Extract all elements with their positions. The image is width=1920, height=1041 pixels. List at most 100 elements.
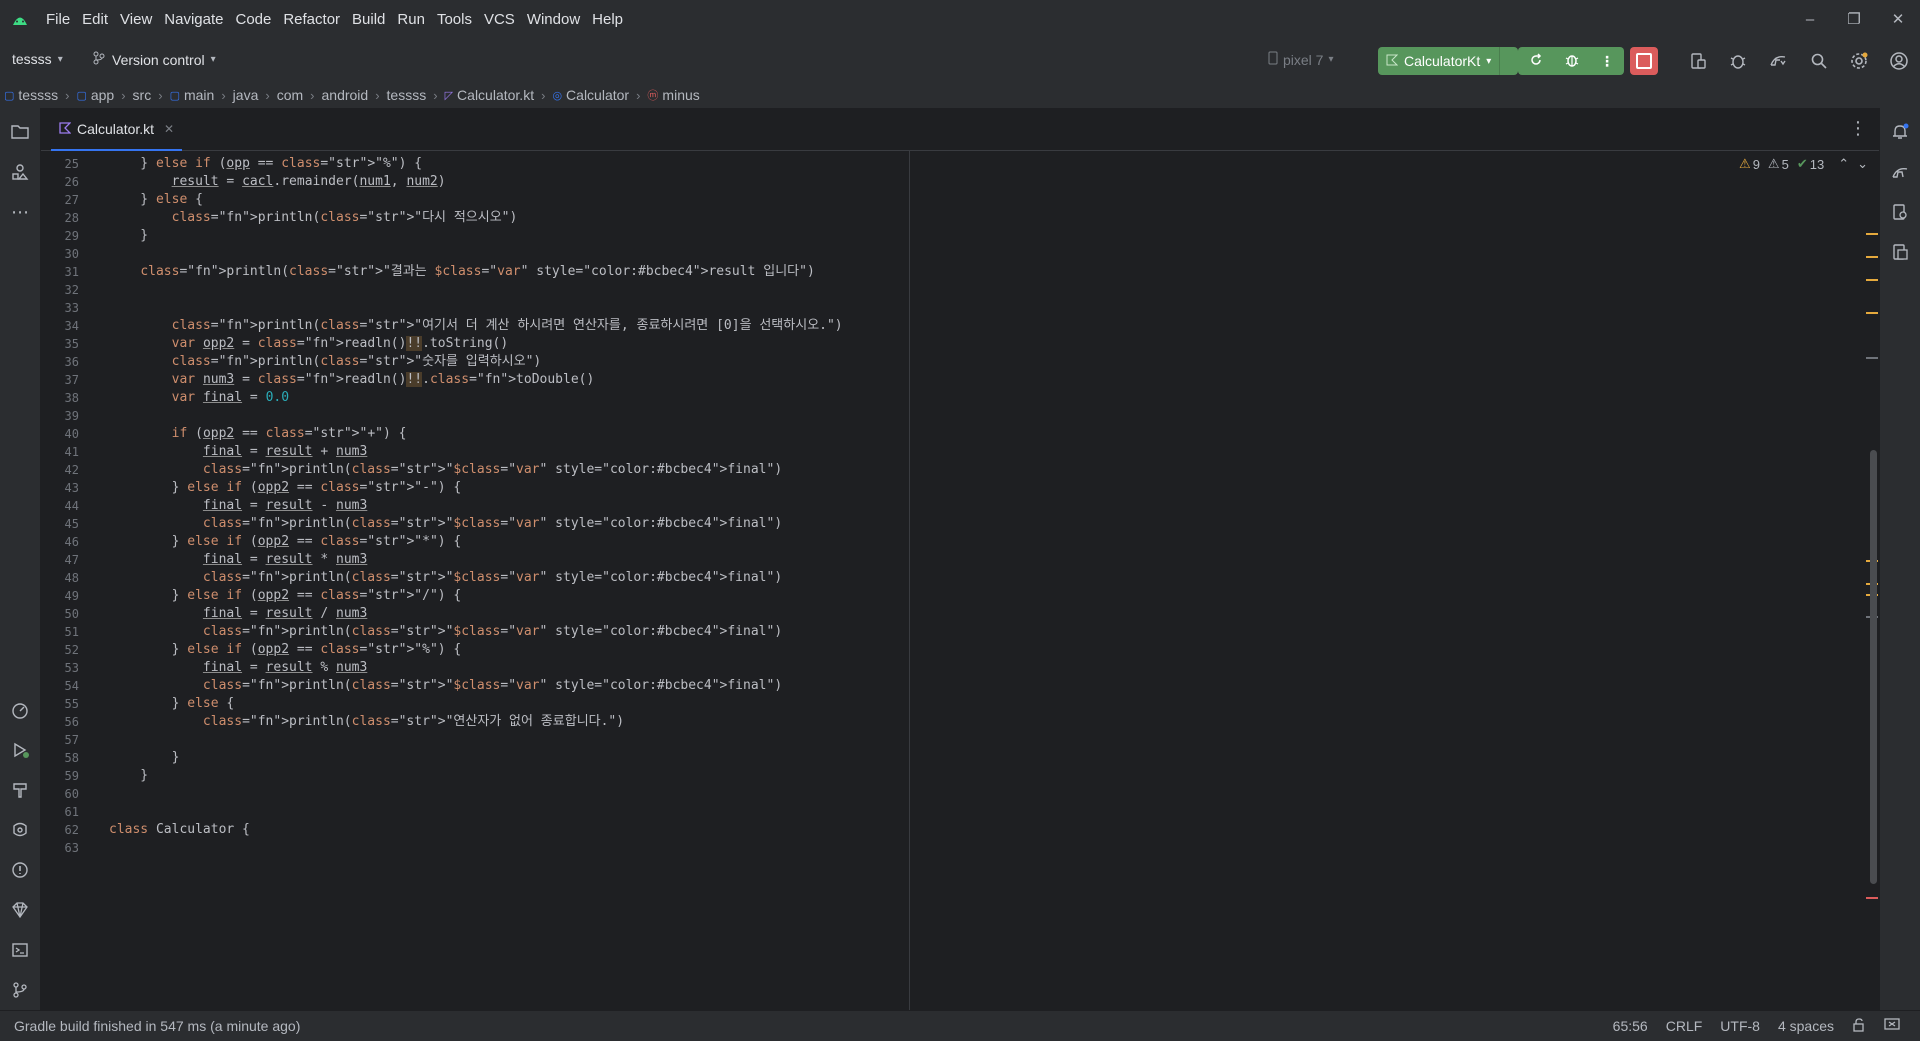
breadcrumb-label: android bbox=[321, 87, 369, 103]
breadcrumb-item[interactable]: src bbox=[129, 87, 156, 103]
version-control-widget[interactable]: Version control ▾ bbox=[92, 51, 216, 68]
breadcrumb-label: main bbox=[183, 87, 215, 103]
menu-window[interactable]: Window bbox=[521, 0, 586, 40]
file-encoding[interactable]: UTF-8 bbox=[1720, 1018, 1760, 1034]
read-only-toggle-icon[interactable] bbox=[1852, 1017, 1866, 1035]
logcat-icon[interactable] bbox=[1728, 51, 1748, 74]
breadcrumb-item[interactable]: java bbox=[229, 87, 263, 103]
git-icon[interactable] bbox=[8, 978, 32, 1002]
menu-navigate[interactable]: Navigate bbox=[158, 0, 229, 40]
breadcrumb-separator: › bbox=[121, 87, 126, 103]
breadcrumb-label: src bbox=[132, 87, 152, 103]
warning-marker[interactable] bbox=[1866, 233, 1878, 235]
profiler-icon[interactable] bbox=[8, 698, 32, 722]
project-selector[interactable]: tessss ▾ bbox=[12, 51, 63, 67]
breadcrumb-item[interactable]: com bbox=[273, 87, 307, 103]
menu-tools[interactable]: Tools bbox=[431, 0, 478, 40]
method-icon: ⓜ bbox=[647, 90, 659, 102]
gemini-icon[interactable] bbox=[8, 898, 32, 922]
error-marker[interactable] bbox=[1866, 897, 1878, 899]
breadcrumb-item[interactable]: tessss bbox=[383, 87, 431, 103]
breadcrumb-item[interactable]: ◸ Calculator.kt bbox=[441, 87, 539, 103]
inspection-widget[interactable]: ⚠ 9 ⚠ 5 ✔ 13 ⌃ ⌄ bbox=[1739, 156, 1868, 172]
code-editor[interactable]: } else if (opp == class="str">"%") { res… bbox=[107, 151, 1879, 1010]
warning-marker[interactable] bbox=[1866, 256, 1878, 258]
breadcrumb-item[interactable]: ▢ main bbox=[166, 87, 219, 103]
project-folder-icon[interactable] bbox=[8, 120, 32, 144]
terminal-icon[interactable] bbox=[8, 938, 32, 962]
breadcrumb-item[interactable]: ⓜ minus bbox=[643, 87, 703, 103]
minimize-icon[interactable]: – bbox=[1788, 0, 1832, 40]
editor-scrollbar[interactable] bbox=[1870, 450, 1877, 884]
line-number-gutter: 25 26 27 28 29 30 31 32 33 34 35 36 37 38 39 40 41 42 43 44… bbox=[41, 151, 107, 1010]
breadcrumb-separator: › bbox=[310, 87, 315, 103]
device-manager-icon[interactable] bbox=[1688, 51, 1708, 74]
tab-calculator-kt[interactable]: Calculator.kt ✕ bbox=[51, 108, 183, 151]
breadcrumb-separator: › bbox=[221, 87, 226, 103]
breadcrumb-label: Calculator.kt bbox=[457, 87, 535, 103]
code-line[interactable]: } bbox=[109, 765, 148, 787]
feedback-icon[interactable] bbox=[1884, 1017, 1900, 1035]
app-inspection-icon[interactable] bbox=[8, 818, 32, 842]
rerun-icon[interactable] bbox=[1528, 52, 1544, 71]
restore-icon[interactable]: ❐ bbox=[1832, 0, 1876, 40]
menu-edit[interactable]: Edit bbox=[76, 0, 114, 40]
more-options-icon[interactable]: ⋮ bbox=[1600, 53, 1614, 70]
search-icon[interactable] bbox=[1809, 51, 1829, 74]
run-icon[interactable] bbox=[8, 738, 32, 762]
device-explorer-icon[interactable] bbox=[1888, 200, 1912, 224]
debug-icon[interactable] bbox=[1564, 52, 1580, 71]
menu-build[interactable]: Build bbox=[346, 0, 391, 40]
right-tool-stripe bbox=[1879, 108, 1920, 1010]
close-icon[interactable]: ✕ bbox=[1876, 0, 1920, 40]
line-number[interactable]: 63 bbox=[65, 837, 79, 859]
chevron-down-icon: ▾ bbox=[57, 53, 63, 65]
title-bar: File Edit View Navigate Code Refactor Build Run… bbox=[0, 0, 1920, 40]
module-icon: ▢ bbox=[169, 89, 180, 102]
menu-code[interactable]: Code bbox=[229, 0, 277, 40]
problems-icon[interactable] bbox=[8, 858, 32, 882]
menu-vcs[interactable]: VCS bbox=[478, 0, 521, 40]
breadcrumb-item[interactable]: ▢ tessss bbox=[0, 87, 62, 103]
code-line[interactable]: class Calculator { bbox=[109, 819, 250, 841]
menu-file[interactable]: File bbox=[40, 0, 76, 40]
indent-setting[interactable]: 4 spaces bbox=[1778, 1018, 1834, 1034]
line-separator[interactable]: CRLF bbox=[1666, 1018, 1703, 1034]
breadcrumb-item[interactable]: ▢ app bbox=[72, 87, 118, 103]
account-icon[interactable] bbox=[1889, 51, 1909, 74]
warning-marker[interactable] bbox=[1866, 312, 1878, 314]
menu-run[interactable]: Run bbox=[391, 0, 431, 40]
code-line[interactable]: class="fn">println(class="str">"다시 적으시오"… bbox=[109, 207, 518, 229]
build-icon[interactable] bbox=[8, 778, 32, 802]
device-selector[interactable]: pixel 7 ▾ bbox=[1268, 51, 1334, 68]
code-line[interactable]: var final = 0.0 bbox=[109, 387, 289, 409]
menu-view[interactable]: View bbox=[114, 0, 158, 40]
notifications-icon[interactable] bbox=[1888, 120, 1912, 144]
resource-manager-icon[interactable] bbox=[8, 160, 32, 184]
kotlin-file-icon bbox=[1386, 53, 1399, 69]
code-line[interactable]: class="fn">println(class="str">"결과는 $cla… bbox=[109, 261, 814, 283]
breadcrumb-separator: › bbox=[158, 87, 163, 103]
breadcrumb-item[interactable]: ◎ Calculator bbox=[548, 87, 633, 103]
next-highlight-icon[interactable]: ⌄ bbox=[1857, 156, 1868, 172]
code-line[interactable]: } bbox=[109, 225, 148, 247]
sync-gradle-icon[interactable] bbox=[1768, 51, 1788, 74]
code-line[interactable]: class="fn">println(class="str">"연산자가 없어 … bbox=[109, 711, 624, 733]
info-marker[interactable] bbox=[1866, 357, 1878, 359]
gradle-icon[interactable] bbox=[1888, 160, 1912, 184]
run-config-selector[interactable]: CalculatorKt ▾ bbox=[1378, 47, 1501, 75]
stop-button[interactable] bbox=[1630, 47, 1658, 75]
breadcrumb-item[interactable]: android bbox=[318, 87, 373, 103]
tab-options-icon[interactable]: ⋮ bbox=[1849, 118, 1867, 139]
settings-icon[interactable] bbox=[1849, 51, 1869, 74]
warning-marker[interactable] bbox=[1866, 279, 1878, 281]
previous-highlight-icon[interactable]: ⌃ bbox=[1838, 156, 1849, 172]
status-message[interactable]: Gradle build finished in 547 ms (a minut… bbox=[14, 1018, 300, 1034]
menu-help[interactable]: Help bbox=[586, 0, 629, 40]
stop-icon bbox=[1636, 53, 1652, 69]
menu-refactor[interactable]: Refactor bbox=[277, 0, 346, 40]
cursor-position[interactable]: 65:56 bbox=[1613, 1018, 1648, 1034]
running-devices-icon[interactable] bbox=[1888, 240, 1912, 264]
more-tools-icon[interactable]: ⋯ bbox=[8, 200, 32, 224]
close-tab-icon[interactable]: ✕ bbox=[164, 122, 174, 136]
